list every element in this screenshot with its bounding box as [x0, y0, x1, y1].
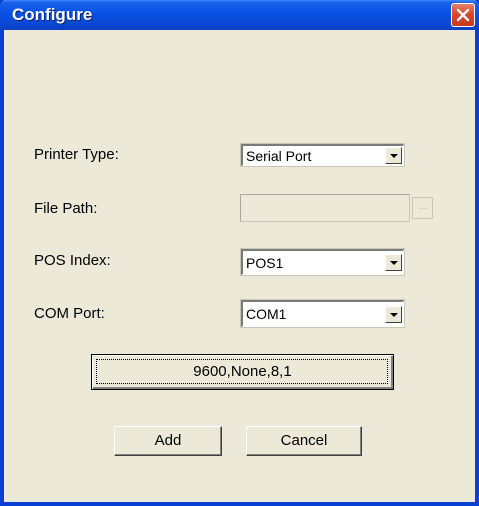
window-title: Configure [12, 5, 93, 24]
serial-settings-button[interactable]: 9600,None,8,1 [91, 354, 394, 390]
file-path-field [240, 194, 410, 222]
cancel-button-label: Cancel [280, 432, 328, 449]
add-button-label: Add [154, 432, 182, 449]
browse-button: ... [412, 197, 433, 219]
serial-settings-label: 9600,None,8,1 [193, 363, 292, 380]
printer-type-label: Printer Type: [34, 146, 119, 163]
pos-index-value: POS1 [246, 255, 284, 271]
dialog-body: Printer Type: Serial Port File Path: ...… [8, 30, 479, 502]
cancel-button[interactable]: Cancel [246, 426, 362, 456]
file-path-label: File Path: [34, 200, 98, 217]
com-port-label: COM Port: [34, 305, 105, 322]
chevron-down-icon[interactable] [385, 254, 402, 271]
chevron-down-icon[interactable] [385, 306, 402, 323]
title-bar[interactable]: Configure [0, 0, 479, 30]
printer-type-select[interactable]: Serial Port [240, 143, 405, 167]
com-port-select[interactable]: COM1 [240, 299, 405, 328]
chevron-down-icon[interactable] [385, 147, 402, 164]
add-button[interactable]: Add [114, 426, 222, 456]
pos-index-label: POS Index: [34, 252, 111, 269]
printer-type-value: Serial Port [246, 148, 312, 164]
pos-index-select[interactable]: POS1 [240, 248, 405, 276]
configure-dialog: Configure Printer Type: Serial Port File… [0, 0, 479, 506]
com-port-value: COM1 [246, 306, 287, 322]
close-button[interactable] [451, 3, 475, 27]
close-icon [456, 8, 470, 22]
